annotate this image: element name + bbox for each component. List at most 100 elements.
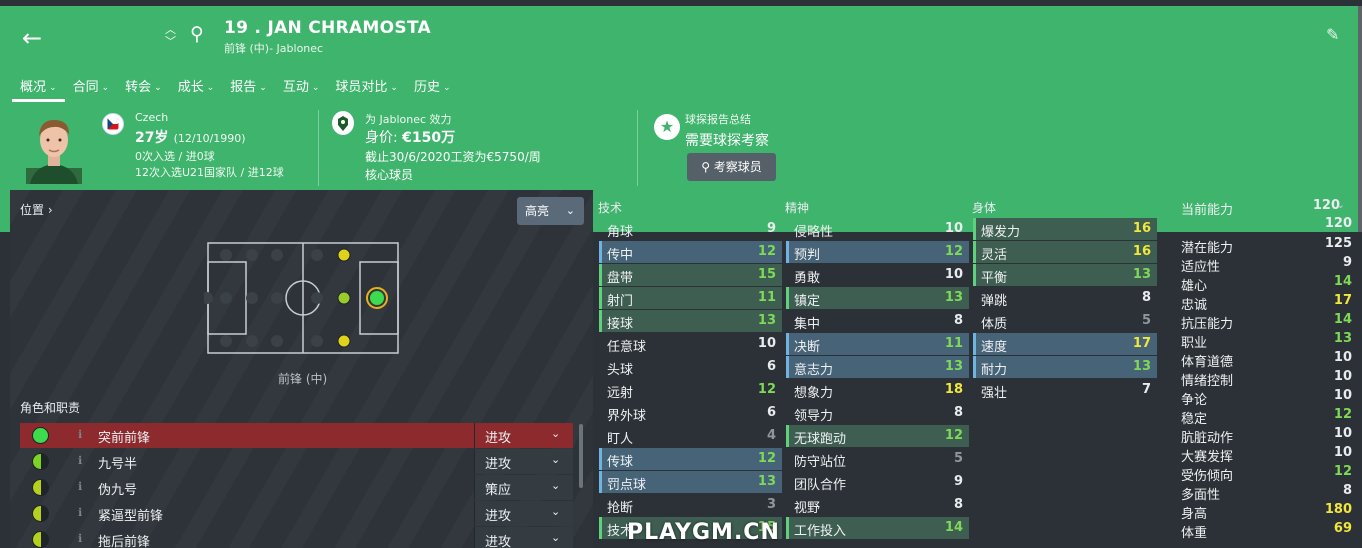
attribute-row[interactable]: 弹跳 8 — [973, 287, 1157, 309]
ability-row[interactable]: 体育道德 10 — [1172, 349, 1358, 370]
attribute-row[interactable]: 任意球 10 — [599, 333, 782, 355]
attribute-row[interactable]: 头球 6 — [599, 356, 782, 378]
tab-6[interactable]: 球员对比 ⌄ — [327, 74, 406, 100]
attribute-row[interactable]: 界外球 6 — [599, 402, 782, 424]
attribute-name: 灵活 — [981, 248, 1008, 263]
duty-dropdown[interactable]: 进攻 ⌄ — [474, 501, 573, 526]
attribute-row[interactable]: 接球 13 — [599, 310, 782, 332]
scout-player-button[interactable]: ⚲ 考察球员 — [687, 153, 776, 181]
highlight-bar — [973, 218, 976, 240]
tab-1[interactable]: 合同 ⌄ — [65, 74, 118, 100]
attribute-name: 盘带 — [607, 271, 634, 286]
attribute-row[interactable]: 速度 17 — [973, 333, 1157, 355]
role-row[interactable]: ℹ 突前前锋 进攻 ⌄ — [20, 423, 573, 448]
attribute-row[interactable]: 盯人 4 — [599, 425, 782, 447]
role-name: 拖后前锋 — [98, 535, 151, 548]
attribute-row[interactable]: 预判 12 — [786, 241, 969, 263]
attribute-row[interactable]: 爆发力 16 — [973, 218, 1157, 240]
role-row[interactable]: ℹ 九号半 进攻 ⌄ — [20, 449, 573, 474]
attribute-row[interactable]: 传球 12 — [599, 448, 782, 470]
ability-row[interactable]: 当前能力 120 — [1172, 197, 1358, 218]
up-down-chevron-icon[interactable]: ︿ ﹀ — [165, 24, 176, 48]
attribute-row[interactable]: 罚点球 13 — [599, 471, 782, 493]
tab-0[interactable]: 概况 ⌄ — [12, 74, 65, 102]
attribute-row[interactable]: 工作投入 14 — [786, 517, 969, 539]
highlight-dropdown[interactable]: 高亮 ⌄ — [517, 197, 584, 225]
attribute-row[interactable]: 抢断 3 — [599, 494, 782, 516]
info-icon[interactable]: ℹ — [78, 428, 88, 441]
ability-row[interactable]: 受伤倾向 12 — [1172, 463, 1358, 484]
attribute-row[interactable]: 决断 11 — [786, 333, 969, 355]
attribute-row[interactable]: 防守站位 5 — [786, 448, 969, 470]
attribute-row[interactable]: 集中 8 — [786, 310, 969, 332]
ability-row[interactable]: 肮脏动作 10 — [1172, 425, 1358, 446]
duty-dropdown[interactable]: 策应 ⌄ — [474, 475, 573, 500]
ability-row[interactable]: 潜在能力 125 — [1172, 235, 1358, 256]
attribute-row[interactable]: 平衡 13 — [973, 264, 1157, 286]
chevron-down-icon[interactable]: ⌄ — [1336, 198, 1356, 218]
ability-row[interactable]: 抗压能力 14 — [1172, 311, 1358, 332]
attribute-name: 无球跑动 — [794, 432, 847, 447]
ability-row[interactable]: 身高 180 — [1172, 501, 1358, 522]
attribute-name: 传中 — [607, 248, 634, 263]
attribute-row[interactable]: 耐力 13 — [973, 356, 1157, 378]
role-name: 紧逼型前锋 — [98, 509, 164, 524]
info-divider — [637, 110, 638, 186]
positions-label[interactable]: 位置 › — [20, 201, 53, 218]
attribute-row[interactable]: 镇定 13 — [786, 287, 969, 309]
watermark: PLAYGM.CN — [627, 520, 780, 545]
attribute-row[interactable]: 想象力 18 — [786, 379, 969, 401]
roles-scrollbar[interactable] — [579, 424, 583, 488]
attribute-row[interactable]: 远射 12 — [599, 379, 782, 401]
attribute-row[interactable]: 盘带 15 — [599, 264, 782, 286]
attribute-row[interactable]: 体质 5 — [973, 310, 1157, 332]
info-icon[interactable]: ℹ — [78, 480, 88, 493]
ability-value: 9 — [1342, 255, 1352, 270]
ability-row[interactable]: 多面性 8 — [1172, 482, 1358, 503]
tab-4[interactable]: 报告 ⌄ — [222, 74, 275, 100]
duty-dropdown[interactable]: 进攻 ⌄ — [474, 449, 573, 474]
ability-row[interactable]: 雄心 14 — [1172, 273, 1358, 294]
tab-7[interactable]: 历史 ⌄ — [406, 74, 459, 100]
ability-value: 12 — [1333, 407, 1352, 422]
duty-dropdown[interactable]: 进攻 ⌄ — [474, 527, 573, 548]
attribute-name: 体质 — [981, 317, 1008, 332]
duty-dropdown[interactable]: 进攻 ⌄ — [474, 423, 573, 448]
chevron-down-icon: ⌄ — [551, 479, 561, 492]
ability-row[interactable]: 职业 13 — [1172, 330, 1358, 351]
ability-row[interactable]: 大赛发挥 10 — [1172, 444, 1358, 465]
attribute-row[interactable]: 角球 9 — [599, 218, 782, 240]
ability-row[interactable]: 情绪控制 10 — [1172, 368, 1358, 389]
attribute-row[interactable]: 团队合作 9 — [786, 471, 969, 493]
attribute-row[interactable]: 强壮 7 — [973, 379, 1157, 401]
attribute-row[interactable]: 灵活 16 — [973, 241, 1157, 263]
attribute-row[interactable]: 传中 12 — [599, 241, 782, 263]
ability-row[interactable]: 体重 69 — [1172, 520, 1358, 541]
tab-3[interactable]: 成长 ⌄ — [170, 74, 223, 100]
attribute-row[interactable]: 侵略性 10 — [786, 218, 969, 240]
tab-5[interactable]: 互动 ⌄ — [275, 74, 328, 100]
ability-value: 10 — [1333, 369, 1352, 384]
info-icon[interactable]: ℹ — [78, 532, 88, 545]
attribute-row[interactable]: 勇敢 10 — [786, 264, 969, 286]
role-row[interactable]: ℹ 紧逼型前锋 进攻 ⌄ — [20, 501, 573, 526]
edit-pencil-icon[interactable]: ✎ — [1326, 27, 1339, 43]
attribute-row[interactable]: 无球跑动 12 — [786, 425, 969, 447]
attribute-row[interactable]: 意志力 13 — [786, 356, 969, 378]
ability-row[interactable]: 争论 10 — [1172, 387, 1358, 408]
role-row[interactable]: ℹ 伪九号 策应 ⌄ — [20, 475, 573, 500]
ability-row[interactable]: 稳定 12 — [1172, 406, 1358, 427]
info-icon[interactable]: ℹ — [78, 506, 88, 519]
search-icon[interactable]: ⚲ — [190, 25, 204, 44]
tab-2[interactable]: 转会 ⌄ — [117, 74, 170, 100]
attribute-row[interactable]: 视野 8 — [786, 494, 969, 516]
chevron-down-icon: ⌄ — [390, 83, 398, 93]
ability-row[interactable]: 适应性 9 — [1172, 254, 1358, 275]
attribute-row[interactable]: 领导力 8 — [786, 402, 969, 424]
attribute-row[interactable]: 射门 11 — [599, 287, 782, 309]
role-row[interactable]: ℹ 拖后前锋 进攻 ⌄ — [20, 527, 573, 548]
ability-row[interactable]: 忠诚 17 — [1172, 292, 1358, 313]
info-icon[interactable]: ℹ — [78, 454, 88, 467]
back-arrow-icon[interactable]: ← — [22, 26, 42, 50]
ability-value: 14 — [1333, 312, 1352, 327]
